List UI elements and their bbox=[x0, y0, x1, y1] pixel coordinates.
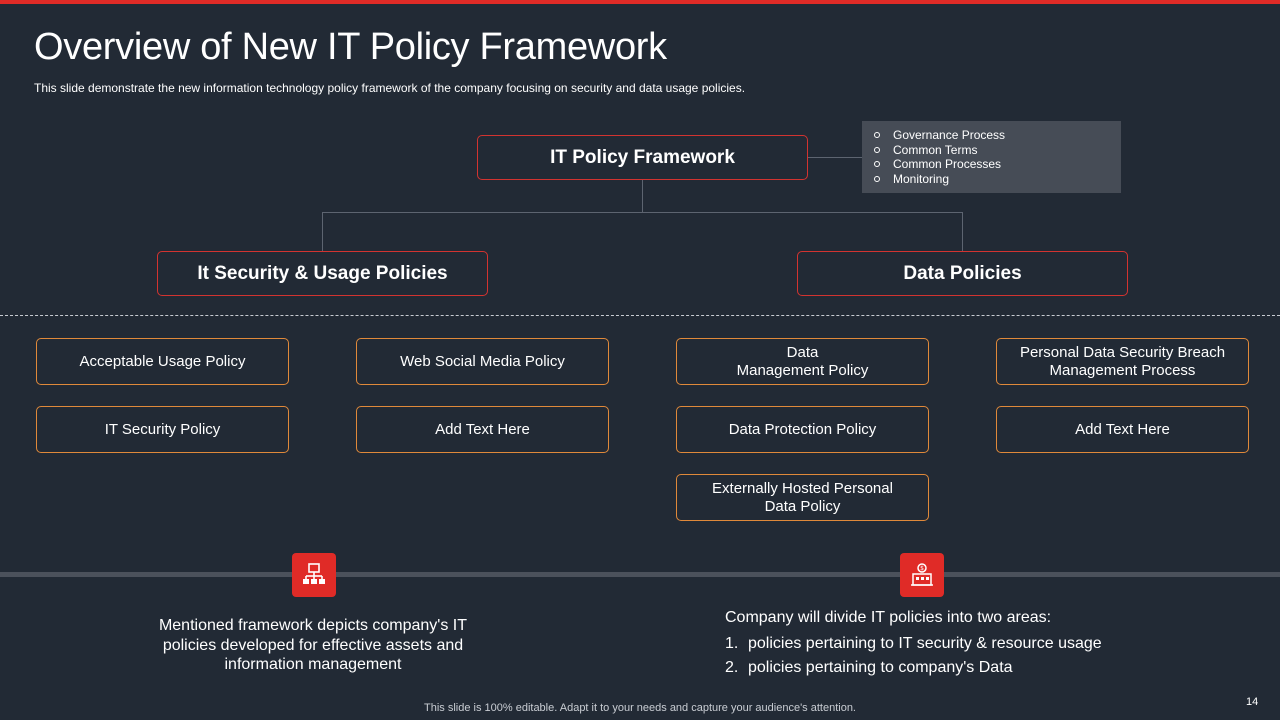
list-item: Common Terms bbox=[874, 143, 1109, 158]
policy-it-security: IT Security Policy bbox=[36, 406, 289, 453]
bottom-divider-bar bbox=[0, 572, 1280, 577]
list-item: 1. policies pertaining to IT security & r… bbox=[725, 635, 1102, 652]
policy-placeholder-left: Add Text Here bbox=[356, 406, 609, 453]
money-building-icon: $ bbox=[900, 553, 944, 597]
list-item: Governance Process bbox=[874, 128, 1109, 143]
summary-left-text: Mentioned framework depicts company's IT… bbox=[158, 617, 468, 673]
connector-root-down bbox=[642, 180, 643, 212]
policy-placeholder-right: Add Text Here bbox=[996, 406, 1249, 453]
summary-right-list: 1. policies pertaining to IT security & r… bbox=[725, 632, 1245, 680]
framework-components-panel: Governance Process Common Terms Common P… bbox=[862, 121, 1121, 193]
framework-root-box: IT Policy Framework bbox=[477, 135, 808, 180]
connector-left-down bbox=[322, 212, 323, 251]
connector-root-to-info bbox=[808, 157, 862, 158]
framework-components-list: Governance Process Common Terms Common P… bbox=[874, 128, 1109, 186]
summary-right: Company will divide IT policies into two… bbox=[725, 608, 1245, 680]
summary-right-intro: Company will divide IT policies into two… bbox=[725, 609, 1052, 626]
circle-bullet-icon bbox=[874, 132, 880, 139]
section-divider bbox=[0, 315, 1280, 316]
policy-data-management: Data Management Policy bbox=[676, 338, 929, 385]
footer-note: This slide is 100% editable. Adapt it to… bbox=[424, 702, 856, 714]
policy-acceptable-usage: Acceptable Usage Policy bbox=[36, 338, 289, 385]
network-diagram-icon-svg bbox=[303, 563, 325, 584]
left-branch-label: It Security & Usage Policies bbox=[197, 262, 448, 284]
list-item: Common Processes bbox=[874, 157, 1109, 172]
circle-bullet-icon bbox=[874, 175, 880, 182]
list-item: Monitoring bbox=[874, 172, 1109, 187]
circle-bullet-icon bbox=[874, 161, 880, 168]
policy-data-breach: Personal Data Security Breach Management… bbox=[996, 338, 1249, 385]
circle-bullet-icon bbox=[874, 146, 880, 153]
policy-web-social-media: Web Social Media Policy bbox=[356, 338, 609, 385]
right-branch-label: Data Policies bbox=[903, 262, 1022, 284]
list-item: 2. policies pertaining to company's Data bbox=[725, 659, 1013, 676]
top-accent-bar bbox=[0, 0, 1280, 4]
page-number: 14 bbox=[1246, 696, 1259, 708]
slide-subtitle: This slide demonstrate the new informati… bbox=[34, 81, 746, 95]
network-diagram-icon bbox=[292, 553, 336, 597]
svg-text:$: $ bbox=[920, 565, 924, 572]
money-building-icon-svg: $ bbox=[911, 563, 933, 586]
right-branch-box: Data Policies bbox=[797, 251, 1128, 296]
left-branch-box: It Security & Usage Policies bbox=[157, 251, 488, 296]
policy-data-protection: Data Protection Policy bbox=[676, 406, 929, 453]
policy-externally-hosted: Externally Hosted Personal Data Policy bbox=[676, 474, 929, 521]
connector-right-down bbox=[962, 212, 963, 251]
slide-title: Overview of New IT Policy Framework bbox=[34, 26, 667, 68]
connector-horizontal bbox=[322, 212, 963, 213]
framework-root-label: IT Policy Framework bbox=[550, 146, 735, 168]
